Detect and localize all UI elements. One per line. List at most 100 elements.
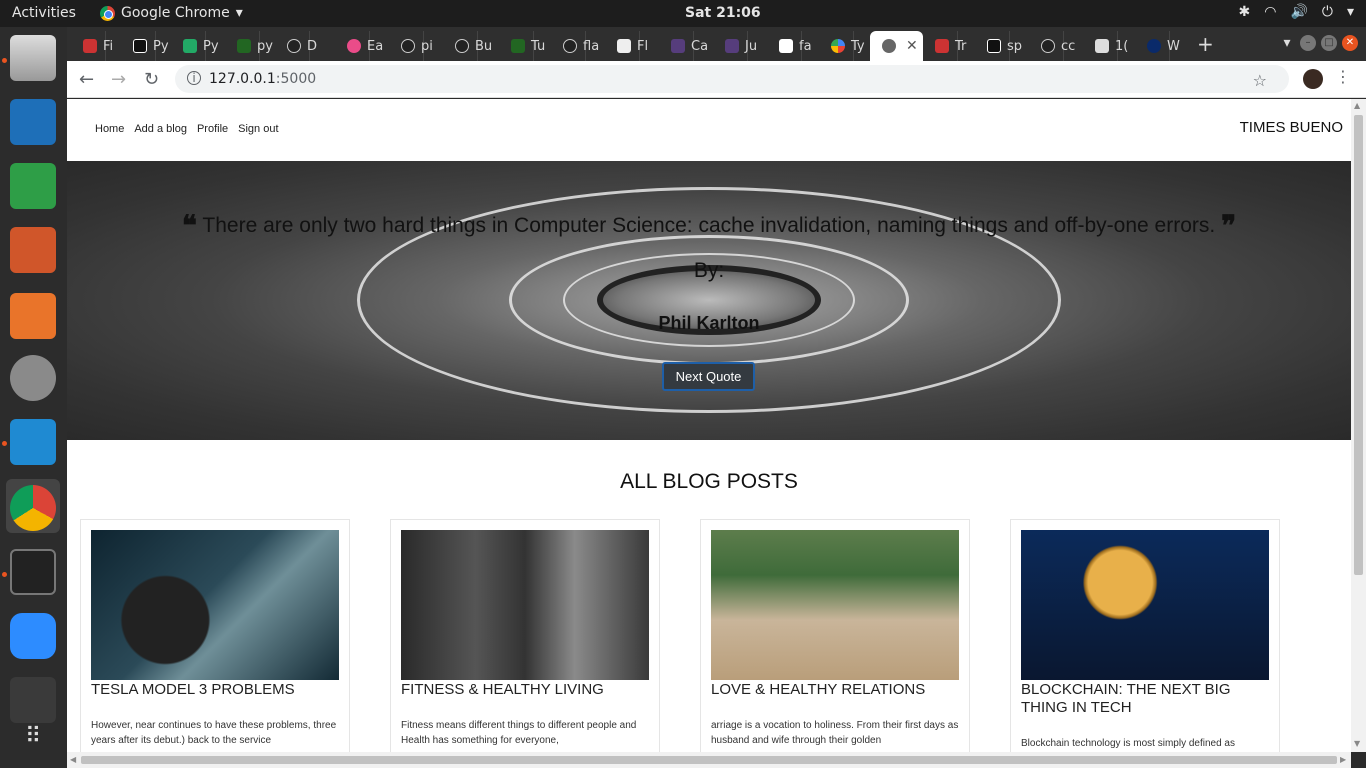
running-indicator [2, 572, 7, 577]
github-icon [287, 39, 301, 53]
tab[interactable]: pi [389, 31, 433, 61]
chrome-icon [100, 5, 115, 21]
nav-links: Home Add a blog Profile Sign out [95, 123, 279, 135]
maximize-icon[interactable]: □ [1321, 35, 1337, 51]
tab[interactable]: Fl [605, 31, 648, 61]
tab-active[interactable]: ✕ [870, 31, 923, 61]
show-apps-icon[interactable]: ⠿ [10, 717, 56, 763]
next-quote-button[interactable]: Next Quote [662, 362, 755, 391]
forward-icon[interactable]: → [111, 69, 126, 90]
blog-card[interactable]: BLOCKCHAIN: THE NEXT BIG THING IN TECH B… [1010, 519, 1280, 752]
tab[interactable]: Bu [443, 31, 492, 61]
kebab-menu-icon[interactable]: ⋮ [1335, 67, 1351, 86]
system-tray[interactable]: ✱ ◠ 🔊 ⏻ ▾ [1239, 4, 1355, 20]
site-brand[interactable]: TIMES BUENO [1240, 119, 1343, 136]
tab-favicon-icon [83, 39, 97, 53]
activities-button[interactable]: Activities [12, 5, 76, 21]
tab-favicon-icon [1095, 39, 1109, 53]
info-icon[interactable]: i [187, 71, 201, 85]
blog-card-excerpt: arriage is a vocation to holiness. From … [711, 720, 959, 746]
system-top-bar: Activities Google Chrome ▾ Sat 21:06 ✱ ◠… [0, 0, 1366, 27]
reload-icon[interactable]: ↻ [144, 69, 159, 90]
blog-card-title[interactable]: LOVE & HEALTHY RELATIONS [711, 681, 961, 699]
tab[interactable]: 1( [1083, 31, 1128, 61]
blog-card[interactable]: LOVE & HEALTHY RELATIONS arriage is a vo… [700, 519, 970, 752]
site-navbar: Home Add a blog Profile Sign out TIMES B… [67, 99, 1351, 161]
address-bar[interactable]: i 127.0.0.1:5000 ☆ [175, 65, 1289, 93]
software-center-icon[interactable] [10, 293, 56, 339]
minimize-icon[interactable]: – [1300, 35, 1316, 51]
tab[interactable]: Fi [71, 31, 113, 61]
tab[interactable]: Ca [659, 31, 708, 61]
tab[interactable]: Ju [713, 31, 757, 61]
tab-label: Tr [955, 38, 967, 54]
chrome-icon[interactable] [10, 485, 56, 531]
impress-icon[interactable] [10, 227, 56, 273]
nav-home-link[interactable]: Home [95, 123, 124, 135]
scroll-right-icon[interactable]: ▶ [1340, 755, 1346, 764]
scroll-down-icon[interactable]: ▼ [1354, 739, 1360, 748]
tab[interactable]: Py [121, 31, 169, 61]
new-tab-icon[interactable]: + [1197, 32, 1214, 56]
vertical-scrollbar[interactable]: ▲ ▼ [1351, 99, 1366, 752]
calc-icon[interactable] [10, 163, 56, 209]
quote-hero: ❝ There are only two hard things in Comp… [67, 161, 1351, 440]
nav-add-blog-link[interactable]: Add a blog [134, 123, 187, 135]
tab[interactable]: py [225, 31, 273, 61]
github-icon [401, 39, 415, 53]
tab[interactable]: Tr [923, 31, 966, 61]
blog-card-title[interactable]: FITNESS & HEALTHY LIVING [401, 681, 651, 699]
settings-icon[interactable] [10, 355, 56, 401]
tab[interactable]: fa [767, 31, 812, 61]
tab-label: fa [799, 38, 812, 54]
scrollbar-thumb[interactable] [1354, 115, 1363, 575]
close-window-icon[interactable]: ✕ [1342, 35, 1358, 51]
blog-card-image[interactable] [711, 530, 959, 680]
slack-tray-icon[interactable]: ✱ [1239, 4, 1251, 20]
blog-card-image[interactable] [401, 530, 649, 680]
github-icon [455, 39, 469, 53]
vscode-icon[interactable] [10, 419, 56, 465]
url-host: 127.0.0.1 [209, 71, 276, 87]
blog-card-image[interactable] [1021, 530, 1269, 680]
scrollbar-thumb[interactable] [81, 756, 1337, 764]
blog-card[interactable]: TESLA MODEL 3 PROBLEMS However, near con… [80, 519, 350, 752]
globe-icon [882, 39, 896, 53]
open-quote-icon: ❝ [181, 209, 197, 242]
horizontal-scrollbar[interactable]: ◀ ▶ [67, 752, 1351, 768]
clock[interactable]: Sat 21:06 [685, 5, 761, 21]
tab[interactable]: fla [551, 31, 599, 61]
blog-card[interactable]: FITNESS & HEALTHY LIVING Fitness means d… [390, 519, 660, 752]
back-icon[interactable]: ← [79, 69, 94, 90]
app-menu[interactable]: Google Chrome ▾ [100, 5, 243, 21]
nav-profile-link[interactable]: Profile [197, 123, 228, 135]
bootstrap-icon [725, 39, 739, 53]
bookmark-star-icon[interactable]: ☆ [1253, 71, 1267, 90]
bootstrap-icon [671, 39, 685, 53]
flag-icon [779, 39, 793, 53]
tab[interactable]: Py [171, 31, 219, 61]
blog-card-image[interactable] [91, 530, 339, 680]
blog-card-title[interactable]: BLOCKCHAIN: THE NEXT BIG THING IN TECH [1021, 681, 1271, 717]
terminal-icon[interactable] [10, 549, 56, 595]
writer-icon[interactable] [10, 99, 56, 145]
scroll-left-icon[interactable]: ◀ [70, 755, 76, 764]
window-controls: ▾ – □ ✕ [1279, 35, 1358, 51]
nav-sign-out-link[interactable]: Sign out [238, 123, 278, 135]
files-icon[interactable] [10, 35, 56, 81]
scroll-up-icon[interactable]: ▲ [1354, 101, 1360, 110]
close-tab-icon[interactable]: ✕ [906, 38, 918, 54]
tab[interactable]: cc [1029, 31, 1075, 61]
tab[interactable]: Ty [819, 31, 865, 61]
tab[interactable]: D [275, 31, 317, 61]
tab[interactable]: Ea [335, 31, 383, 61]
blog-card-title[interactable]: TESLA MODEL 3 PROBLEMS [91, 681, 341, 699]
tab[interactable]: Tu [499, 31, 545, 61]
profile-avatar[interactable] [1303, 69, 1323, 89]
tab[interactable]: W [1135, 31, 1180, 61]
tab-label: Py [203, 38, 219, 54]
tab-label: Bu [475, 38, 493, 54]
tab[interactable]: sp [975, 31, 1022, 61]
zoom-icon[interactable] [10, 613, 56, 659]
tab-search-icon[interactable]: ▾ [1279, 35, 1295, 51]
